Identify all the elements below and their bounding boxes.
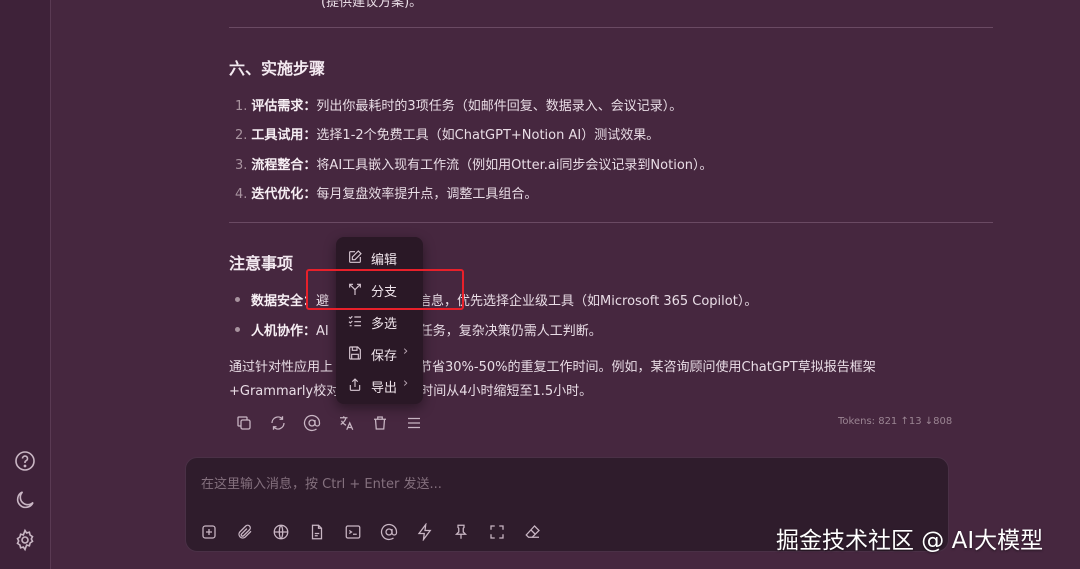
new-chat-icon[interactable] [200, 523, 218, 541]
translate-icon[interactable] [337, 414, 355, 432]
delete-icon[interactable] [371, 414, 389, 432]
terminal-icon[interactable] [344, 523, 362, 541]
menu-item-export[interactable]: 导出 › [336, 372, 423, 400]
sidebar [0, 0, 51, 569]
fullscreen-icon[interactable] [488, 523, 506, 541]
document-icon[interactable] [308, 523, 326, 541]
list-item: 2. 工具试用：选择1-2个免费工具（如ChatGPT+Notion AI）测试效… [235, 128, 660, 143]
menu-item-edit[interactable]: 编辑 [336, 244, 423, 272]
list-item: 1. 评估需求：列出你最耗时的3项任务（如邮件回复、数据录入、会议记录）。 [235, 99, 683, 114]
token-count: Tokens: 821 ↑13 ↓808 [838, 416, 953, 427]
edit-icon [347, 249, 363, 265]
watermark: 掘金技术社区 @ AI大模型 [776, 528, 1044, 554]
section-heading: 六、实施步骤 [229, 59, 326, 78]
save-icon [347, 345, 363, 361]
divider [229, 27, 993, 28]
menu-icon[interactable] [405, 414, 423, 432]
menu-item-save[interactable]: 保存 › [336, 340, 423, 368]
list-item: 4. 迭代优化：每月复盘效率提升点，调整工具组合。 [235, 187, 538, 202]
moon-icon[interactable] [13, 488, 37, 512]
mention-icon[interactable] [380, 523, 398, 541]
lightning-icon[interactable] [416, 522, 434, 542]
divider [229, 222, 993, 223]
section-heading: 注意事项 [229, 254, 294, 273]
highlight-box [306, 269, 464, 310]
pin-icon[interactable] [452, 523, 470, 541]
help-icon[interactable] [13, 449, 37, 473]
chevron-right-icon: › [403, 344, 409, 359]
copy-icon[interactable] [235, 414, 253, 432]
regenerate-icon[interactable] [269, 414, 287, 432]
previous-line-text: (提供建议方案)。 [321, 0, 423, 10]
list-item: 3. 流程整合：将AI工具嵌入现有工作流（例如用Otter.ai同步会议记录到No… [235, 158, 713, 173]
export-icon [347, 377, 363, 393]
gear-icon[interactable] [13, 528, 37, 552]
mention-icon[interactable] [303, 414, 321, 432]
chat-area: (提供建议方案)。 六、实施步骤 1. 评估需求：列出你最耗时的3项任务（如邮件回… [51, 0, 1080, 569]
menu-item-multiselect[interactable]: 多选 [336, 308, 423, 336]
multiselect-icon [347, 313, 363, 329]
message-input-placeholder[interactable]: 在这里输入消息，按 Ctrl + Enter 发送... [201, 473, 442, 492]
context-menu: 编辑 分支 多选 保存 › 导出 › [336, 237, 423, 404]
attachment-icon[interactable] [236, 523, 254, 541]
eraser-icon[interactable] [524, 523, 542, 541]
globe-icon[interactable] [272, 523, 290, 541]
chevron-right-icon: › [403, 376, 409, 391]
